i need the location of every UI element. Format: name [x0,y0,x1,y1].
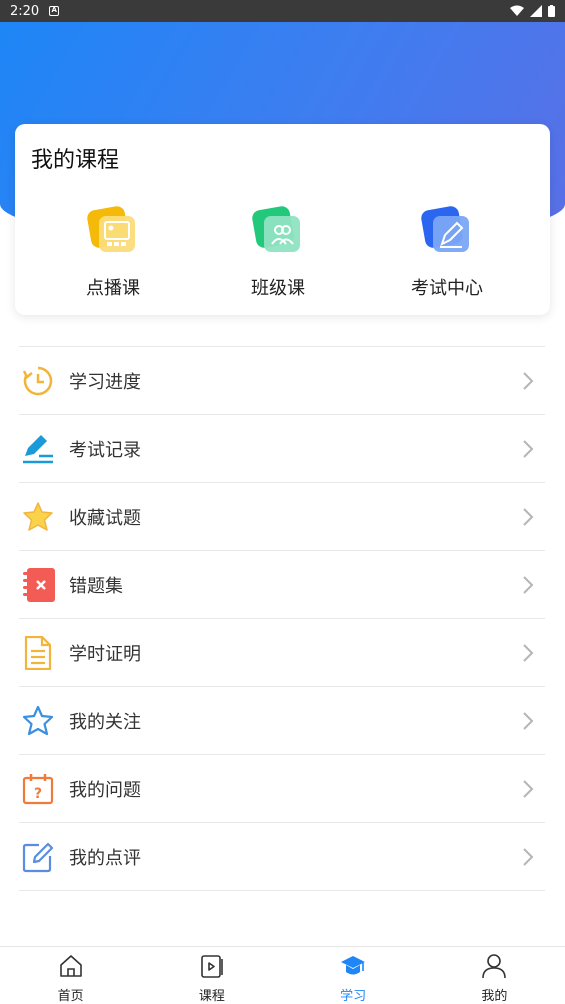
menu-item-my-reviews[interactable]: 我的点评 [19,823,545,891]
menu-label: 收藏试题 [69,507,141,529]
menu-item-favorite-questions[interactable]: 收藏试题 [19,483,545,551]
menu-label: 学习进度 [69,371,141,393]
chevron-right-icon [523,508,534,526]
calendar-question-icon: ? [19,770,57,808]
tab-label: 课程 [198,989,225,1004]
chevron-right-icon [523,644,534,662]
entry-label: 班级课 [251,278,305,299]
menu-label: 错题集 [69,575,123,597]
menu-list: 学习进度 考试记录 收藏试题 错题集 学时证明 我的关注 ? 我的问题 我的点评 [19,346,545,891]
svg-text:?: ? [34,786,42,802]
document-icon [19,634,57,672]
menu-item-my-follows[interactable]: 我的关注 [19,687,545,755]
wifi-icon [510,5,524,16]
entry-exam-center[interactable]: 考试中心 [377,206,517,300]
menu-item-study-progress[interactable]: 学习进度 [19,347,545,415]
edit-comment-icon [19,838,57,876]
video-lecture-icon [87,206,139,258]
chevron-right-icon [523,780,534,798]
star-outline-icon [19,702,57,740]
course-play-icon [201,955,223,978]
tab-label: 首页 [57,989,84,1004]
home-icon [59,955,82,977]
status-time: 2:20 [10,3,40,19]
card-title: 我的课程 [31,148,120,173]
graduation-cap-icon [341,956,366,975]
menu-item-my-questions[interactable]: ? 我的问题 [19,755,545,823]
tab-study[interactable]: 学习 [283,947,424,1004]
entry-class-course[interactable]: 班级课 [208,206,348,300]
entry-label: 考试中心 [411,278,483,299]
bottom-tab-bar: 首页 课程 学习 我的 [0,946,565,1004]
chevron-right-icon [523,712,534,730]
tab-mine[interactable]: 我的 [424,947,565,1004]
star-filled-icon [19,498,57,536]
chevron-right-icon [523,372,534,390]
exam-pen-icon [421,206,473,258]
menu-item-wrong-questions[interactable]: 错题集 [19,551,545,619]
user-icon [482,954,507,979]
clock-progress-icon [19,362,57,400]
menu-label: 学时证明 [69,643,141,665]
notification-a-icon: A [49,6,60,16]
menu-label: 我的问题 [69,779,141,801]
status-bar: 2:20 A [0,0,565,22]
menu-label: 考试记录 [69,439,141,461]
tab-courses[interactable]: 课程 [141,947,282,1004]
cellular-signal-icon [530,5,542,17]
class-group-icon [252,206,304,258]
menu-item-exam-records[interactable]: 考试记录 [19,415,545,483]
menu-label: 我的点评 [69,847,141,869]
battery-icon [548,5,555,17]
wrong-notebook-icon [19,566,57,604]
entry-label: 点播课 [86,278,140,299]
tab-label: 学习 [340,989,367,1004]
chevron-right-icon [523,440,534,458]
tab-label: 我的 [481,989,508,1004]
entry-on-demand-course[interactable]: 点播课 [43,206,183,300]
chevron-right-icon [523,576,534,594]
my-courses-card: 我的课程 点播课 班级课 考试中心 [15,124,550,315]
chevron-right-icon [523,848,534,866]
pen-record-icon [19,430,57,468]
menu-item-study-hours-certificate[interactable]: 学时证明 [19,619,545,687]
menu-label: 我的关注 [69,711,141,733]
tab-home[interactable]: 首页 [0,947,141,1004]
